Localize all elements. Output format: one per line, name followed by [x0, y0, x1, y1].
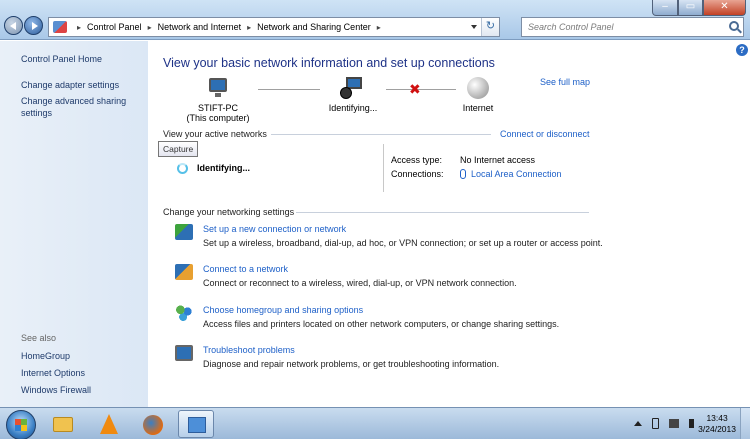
forward-arrow-icon: [32, 22, 38, 30]
refresh-icon[interactable]: ↻: [481, 18, 499, 36]
spinner-icon: [177, 163, 188, 174]
show-desktop-button[interactable]: [740, 408, 750, 439]
ethernet-icon: [460, 169, 466, 179]
see-also-heading: See also: [21, 333, 57, 343]
maximize-button[interactable]: ▭: [678, 0, 703, 16]
access-type-label: Access type:: [391, 155, 443, 165]
network-status: Identifying...: [197, 163, 250, 173]
search-icon[interactable]: [729, 21, 739, 31]
divider: [271, 134, 491, 135]
vlc-icon: [100, 414, 118, 434]
breadcrumb-network-and-sharing-center[interactable]: Network and Sharing Center: [257, 22, 371, 32]
taskbar-firefox[interactable]: [135, 410, 171, 438]
taskbar: 13:43 3/24/2013: [0, 407, 750, 439]
new-connection-icon: [175, 224, 193, 240]
computer-name: STIFT-PC: [198, 103, 238, 113]
troubleshoot-icon: [175, 345, 193, 361]
internet-node-label: Internet: [462, 103, 494, 113]
windows-firewall-link[interactable]: Windows Firewall: [21, 384, 91, 396]
clock[interactable]: 13:43 3/24/2013: [698, 413, 736, 435]
control-panel-icon: [188, 417, 206, 433]
setup-new-connection-link[interactable]: Set up a new connection or network: [203, 224, 346, 234]
connect-to-network-link[interactable]: Connect to a network: [203, 264, 288, 274]
firefox-icon: [143, 415, 163, 435]
action-center-icon[interactable]: [669, 419, 679, 428]
taskbar-explorer[interactable]: [45, 410, 81, 438]
network-node-label: Identifying...: [328, 103, 378, 113]
clock-time: 13:43: [706, 413, 728, 423]
main-content: ? View your basic network information an…: [148, 41, 750, 407]
control-panel-icon: [53, 21, 67, 33]
local-area-connection-link[interactable]: Local Area Connection: [460, 169, 562, 179]
map-line: [258, 89, 320, 90]
network-node[interactable]: Identifying...: [318, 77, 388, 113]
forward-button[interactable]: [24, 16, 43, 35]
task-description: Diagnose and repair network problems, or…: [203, 359, 500, 369]
minimize-button[interactable]: –: [652, 0, 678, 16]
window-controls: – ▭ ✕: [652, 0, 746, 16]
windows-start-icon: [15, 419, 27, 431]
navigation-buttons: [4, 16, 44, 38]
map-line: [386, 89, 456, 90]
back-button[interactable]: [4, 16, 23, 35]
control-panel-home-link[interactable]: Control Panel Home: [21, 53, 102, 65]
see-full-map-link[interactable]: See full map: [540, 77, 590, 87]
task-description: Set up a wireless, broadband, dial-up, a…: [203, 238, 603, 248]
homegroup-icon: [175, 305, 193, 321]
connections-label: Connections:: [391, 169, 444, 179]
access-type-value: No Internet access: [460, 155, 536, 165]
troubleshoot-problems-link[interactable]: Troubleshoot problems: [203, 345, 295, 355]
computer-sub: (This computer): [186, 113, 250, 123]
homegroup-link[interactable]: HomeGroup: [21, 350, 70, 362]
task-description: Access files and printers located on oth…: [203, 319, 560, 329]
taskbar-control-panel[interactable]: [178, 410, 214, 438]
networking-settings-heading: Change your networking settings: [163, 207, 295, 217]
show-hidden-icons-icon[interactable]: [634, 421, 642, 426]
start-button[interactable]: [6, 410, 36, 439]
volume-icon[interactable]: [689, 419, 698, 428]
page-title: View your basic network information and …: [163, 56, 495, 70]
taskbar-vlc[interactable]: [90, 410, 126, 438]
breadcrumb-network-and-internet[interactable]: Network and Internet: [158, 22, 242, 32]
task-description: Connect or reconnect to a wireless, wire…: [203, 278, 517, 288]
breadcrumb: ▸ Control Panel ▸ Network and Internet ▸…: [77, 22, 381, 32]
globe-icon: [467, 77, 489, 99]
device-icon[interactable]: [652, 418, 659, 429]
divider: [383, 144, 384, 192]
connect-or-disconnect-link[interactable]: Connect or disconnect: [500, 129, 590, 139]
no-connection-x-icon[interactable]: ✖: [409, 81, 421, 98]
computer-icon: [206, 77, 230, 99]
clock-date: 3/24/2013: [698, 424, 736, 434]
active-networks-heading: View your active networks: [163, 129, 267, 139]
homegroup-sharing-link[interactable]: Choose homegroup and sharing options: [203, 305, 363, 315]
connect-network-icon: [175, 264, 193, 280]
address-bar[interactable]: ▸ Control Panel ▸ Network and Internet ▸…: [48, 17, 500, 37]
change-adapter-settings-link[interactable]: Change adapter settings: [21, 79, 119, 91]
network-icon: [340, 77, 366, 101]
help-icon[interactable]: ?: [736, 44, 748, 56]
capture-tooltip: Capture: [158, 141, 199, 157]
close-button[interactable]: ✕: [703, 0, 746, 16]
system-tray: [634, 418, 698, 429]
internet-node[interactable]: Internet: [448, 77, 508, 113]
connections-value: Local Area Connection: [471, 169, 562, 179]
back-arrow-icon: [10, 22, 16, 30]
left-pane: Control Panel Home Change adapter settin…: [0, 41, 148, 407]
this-computer-node: STIFT-PC (This computer): [178, 77, 258, 123]
search-placeholder: Search Control Panel: [528, 22, 614, 32]
divider: [296, 212, 589, 213]
title-bar: – ▭ ✕ ▸ Control Panel ▸ Network and Inte…: [0, 0, 750, 40]
internet-options-link[interactable]: Internet Options: [21, 367, 85, 379]
change-advanced-sharing-link[interactable]: Change advanced sharing settings: [21, 95, 139, 119]
search-input[interactable]: Search Control Panel: [521, 17, 744, 37]
address-dropdown-icon[interactable]: [471, 25, 477, 29]
folder-icon: [53, 417, 73, 432]
breadcrumb-control-panel[interactable]: Control Panel: [87, 22, 142, 32]
